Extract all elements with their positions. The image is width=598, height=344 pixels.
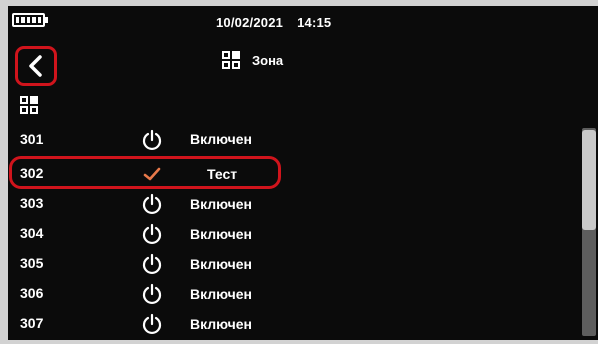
zone-number: 307: [20, 315, 44, 331]
power-icon: [142, 253, 162, 275]
power-icon: [142, 313, 162, 335]
power-icon: [142, 129, 162, 151]
battery-icon: [12, 13, 45, 27]
zone-number: 301: [20, 131, 44, 147]
power-icon: [142, 193, 162, 215]
time-text: 14:15: [297, 15, 332, 30]
zone-number: 306: [20, 285, 44, 301]
zone-status: Включен: [190, 196, 252, 212]
battery-tip: [45, 17, 48, 23]
zone-number: 304: [20, 225, 44, 241]
zone-status: Включен: [190, 316, 252, 332]
power-icon: [142, 283, 162, 305]
scrollbar-thumb[interactable]: [582, 130, 596, 230]
zone-status: Включен: [190, 286, 252, 302]
zone-row-selected[interactable]: 302 Тест: [8, 159, 578, 189]
page-title-text: Зона: [252, 52, 284, 68]
chevron-left-icon: [29, 55, 42, 77]
zone-row[interactable]: 306 Включен: [8, 279, 578, 309]
zone-status: Включен: [190, 226, 252, 242]
zone-list-grid-icon: [20, 96, 38, 114]
check-icon: [143, 167, 161, 181]
zone-status: Включен: [190, 256, 252, 272]
screen: 10/02/2021 14:15 Зона 301 Включен 302 Те…: [8, 6, 598, 340]
page-title: Зона: [222, 51, 283, 69]
zone-list: 301 Включен 302 Тест 303 Включен 304 Вкл…: [8, 129, 578, 339]
zone-row[interactable]: 305 Включен: [8, 249, 578, 279]
zone-row[interactable]: 304 Включен: [8, 219, 578, 249]
zone-number: 305: [20, 255, 44, 271]
zone-row[interactable]: 307 Включен: [8, 309, 578, 339]
zone-status: Включен: [190, 131, 252, 147]
zone-row[interactable]: 301 Включен: [8, 129, 578, 159]
zone-row[interactable]: 303 Включен: [8, 189, 578, 219]
zone-number: 302: [20, 165, 44, 181]
zone-number: 303: [20, 195, 44, 211]
zone-status: Тест: [207, 166, 238, 182]
power-icon: [142, 223, 162, 245]
device-frame: 10/02/2021 14:15 Зона 301 Включен 302 Те…: [0, 0, 598, 344]
date-text: 10/02/2021: [216, 15, 284, 30]
datetime: 10/02/2021 14:15: [216, 15, 331, 30]
back-button[interactable]: [15, 46, 57, 86]
grid-icon: [222, 51, 240, 69]
